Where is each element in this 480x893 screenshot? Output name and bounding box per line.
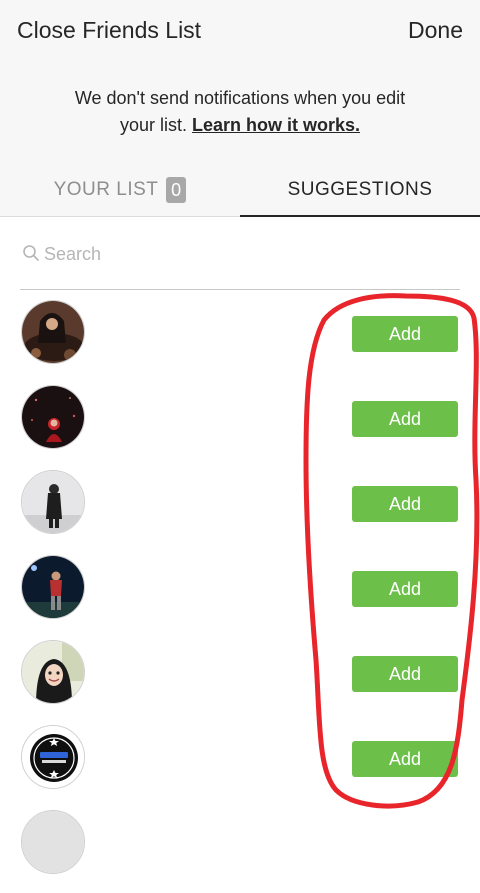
add-button[interactable]: Add <box>352 486 458 522</box>
tab-your-list-label: YOUR LIST <box>53 179 159 200</box>
search-icon <box>23 245 39 261</box>
add-button[interactable]: Add <box>352 571 458 607</box>
list-item: Add <box>0 638 480 723</box>
avatar[interactable] <box>21 385 85 449</box>
avatar[interactable] <box>21 470 85 534</box>
search-bar <box>20 237 460 290</box>
notice-text-line2-prefix: your list. <box>119 115 187 135</box>
add-button[interactable]: Add <box>352 401 458 437</box>
add-button[interactable]: Add <box>352 741 458 777</box>
avatar[interactable] <box>21 300 85 364</box>
tab-suggestions[interactable]: SUGGESTIONS <box>240 164 480 216</box>
add-button[interactable]: Add <box>352 316 458 352</box>
list-item: Add <box>0 723 480 808</box>
list-item: Add <box>0 383 480 468</box>
your-list-count-badge: 0 <box>166 177 187 203</box>
app-header: Close Friends List Done <box>0 0 480 64</box>
list-item: Add <box>0 553 480 638</box>
avatar[interactable] <box>21 725 85 789</box>
tab-bar: YOUR LIST 0 SUGGESTIONS <box>0 164 480 217</box>
done-button[interactable]: Done <box>408 17 463 44</box>
active-tab-indicator <box>240 215 480 217</box>
add-button[interactable]: Add <box>352 656 458 692</box>
tab-your-list[interactable]: YOUR LIST 0 <box>0 164 240 216</box>
search-input[interactable] <box>44 241 444 267</box>
avatar[interactable] <box>21 640 85 704</box>
list-item: Add <box>0 298 480 383</box>
tab-suggestions-label: SUGGESTIONS <box>287 179 433 200</box>
list-item: Add <box>0 468 480 553</box>
notice-banner: We don't send notifications when you edi… <box>0 64 480 164</box>
avatar[interactable] <box>21 810 85 874</box>
notice-text-line2: your list. Learn how it works. <box>0 115 480 136</box>
notice-text-line1: We don't send notifications when you edi… <box>74 88 406 108</box>
learn-how-link[interactable]: Learn how it works. <box>192 115 360 135</box>
page-title: Close Friends List <box>17 17 202 43</box>
avatar[interactable] <box>21 555 85 619</box>
